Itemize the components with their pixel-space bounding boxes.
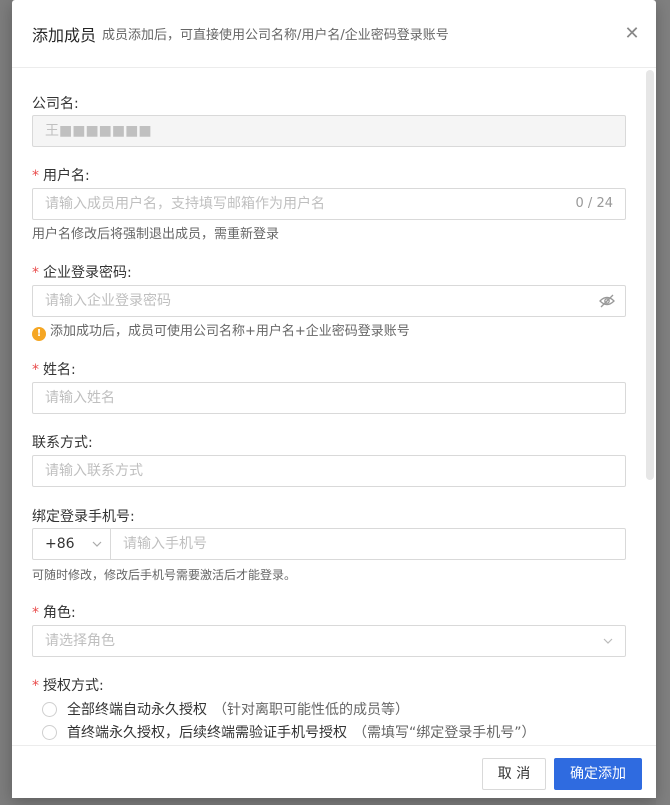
confirm-add-button[interactable]: 确定添加 bbox=[554, 758, 642, 790]
password-label: * 企业登录密码: bbox=[32, 265, 132, 281]
warning-icon: ! bbox=[32, 327, 46, 341]
modal-body: 公司名: 王■■■■■■■ * 用户名: 请输入成员用户名，支持填写邮箱作为用户名… bbox=[12, 69, 656, 745]
cancel-button[interactable]: 取 消 bbox=[482, 758, 546, 790]
phone-label: 绑定登录手机号: bbox=[32, 509, 135, 525]
scrollbar[interactable] bbox=[646, 70, 654, 480]
role-label: * 角色: bbox=[32, 605, 76, 621]
role-placeholder: 请选择角色 bbox=[45, 633, 115, 649]
modal-subtitle: 成员添加后，可直接使用公司名称/用户名/企业密码登录账号 bbox=[102, 28, 449, 43]
username-placeholder: 请输入成员用户名，支持填写邮箱作为用户名 bbox=[45, 196, 325, 212]
auth-option-2-note: （需填写“绑定登录手机号”） bbox=[353, 725, 536, 741]
radio-button[interactable] bbox=[42, 724, 57, 740]
auth-option-1-note: （针对离职可能性低的成员等） bbox=[213, 702, 409, 718]
phone-hint: 可随时修改，修改后手机号需要激活后才能登录。 bbox=[32, 568, 297, 582]
auth-option-1-label: 全部终端自动永久授权 bbox=[67, 702, 207, 718]
name-label: * 姓名: bbox=[32, 362, 76, 378]
radio-button[interactable] bbox=[42, 701, 57, 717]
contact-input[interactable]: 请输入联系方式 bbox=[32, 455, 626, 487]
eye-hidden-icon[interactable] bbox=[599, 294, 615, 308]
contact-placeholder: 请输入联系方式 bbox=[45, 463, 143, 479]
role-select[interactable]: 请选择角色 bbox=[32, 625, 626, 657]
phone-input[interactable]: 请输入手机号 bbox=[123, 529, 207, 559]
auth-option-2[interactable]: 首终端永久授权，后续终端需验证手机号授权 （需填写“绑定登录手机号”） bbox=[42, 722, 536, 742]
phone-prefix-select[interactable]: +86 bbox=[33, 529, 111, 559]
contact-label: 联系方式: bbox=[32, 435, 93, 451]
username-label: * 用户名: bbox=[32, 168, 90, 184]
password-placeholder: 请输入企业登录密码 bbox=[45, 293, 171, 309]
modal-footer: 取 消 确定添加 bbox=[12, 745, 656, 798]
auth-label: * 授权方式: bbox=[32, 678, 104, 694]
chevron-down-icon bbox=[92, 541, 102, 547]
background-right-edge bbox=[656, 0, 670, 805]
name-input[interactable]: 请输入姓名 bbox=[32, 382, 626, 414]
add-member-modal: 添加成员 成员添加后，可直接使用公司名称/用户名/企业密码登录账号 ✕ 公司名:… bbox=[12, 0, 656, 798]
close-icon[interactable]: ✕ bbox=[624, 25, 640, 43]
username-counter: 0 / 24 bbox=[575, 196, 613, 211]
chevron-down-icon bbox=[603, 638, 613, 644]
modal-header: 添加成员 成员添加后，可直接使用公司名称/用户名/企业密码登录账号 ✕ bbox=[12, 0, 656, 68]
name-placeholder: 请输入姓名 bbox=[45, 390, 115, 406]
phone-prefix-value: +86 bbox=[45, 536, 75, 552]
auth-option-1[interactable]: 全部终端自动永久授权 （针对离职可能性低的成员等） bbox=[42, 699, 409, 719]
password-hint: ! 添加成功后，成员可使用公司名称+用户名+企业密码登录账号 bbox=[32, 320, 410, 341]
company-value: 王■■■■■■■ bbox=[45, 123, 152, 139]
company-field: 王■■■■■■■ bbox=[32, 115, 626, 147]
auth-option-2-label: 首终端永久授权，后续终端需验证手机号授权 bbox=[67, 725, 347, 741]
password-input[interactable]: 请输入企业登录密码 bbox=[32, 285, 626, 317]
modal-title: 添加成员 bbox=[32, 25, 97, 45]
company-label: 公司名: bbox=[32, 96, 79, 112]
username-input[interactable]: 请输入成员用户名，支持填写邮箱作为用户名 0 / 24 bbox=[32, 188, 626, 220]
username-hint: 用户名修改后将强制退出成员，需重新登录 bbox=[32, 227, 280, 242]
phone-field: +86 请输入手机号 bbox=[32, 528, 626, 560]
